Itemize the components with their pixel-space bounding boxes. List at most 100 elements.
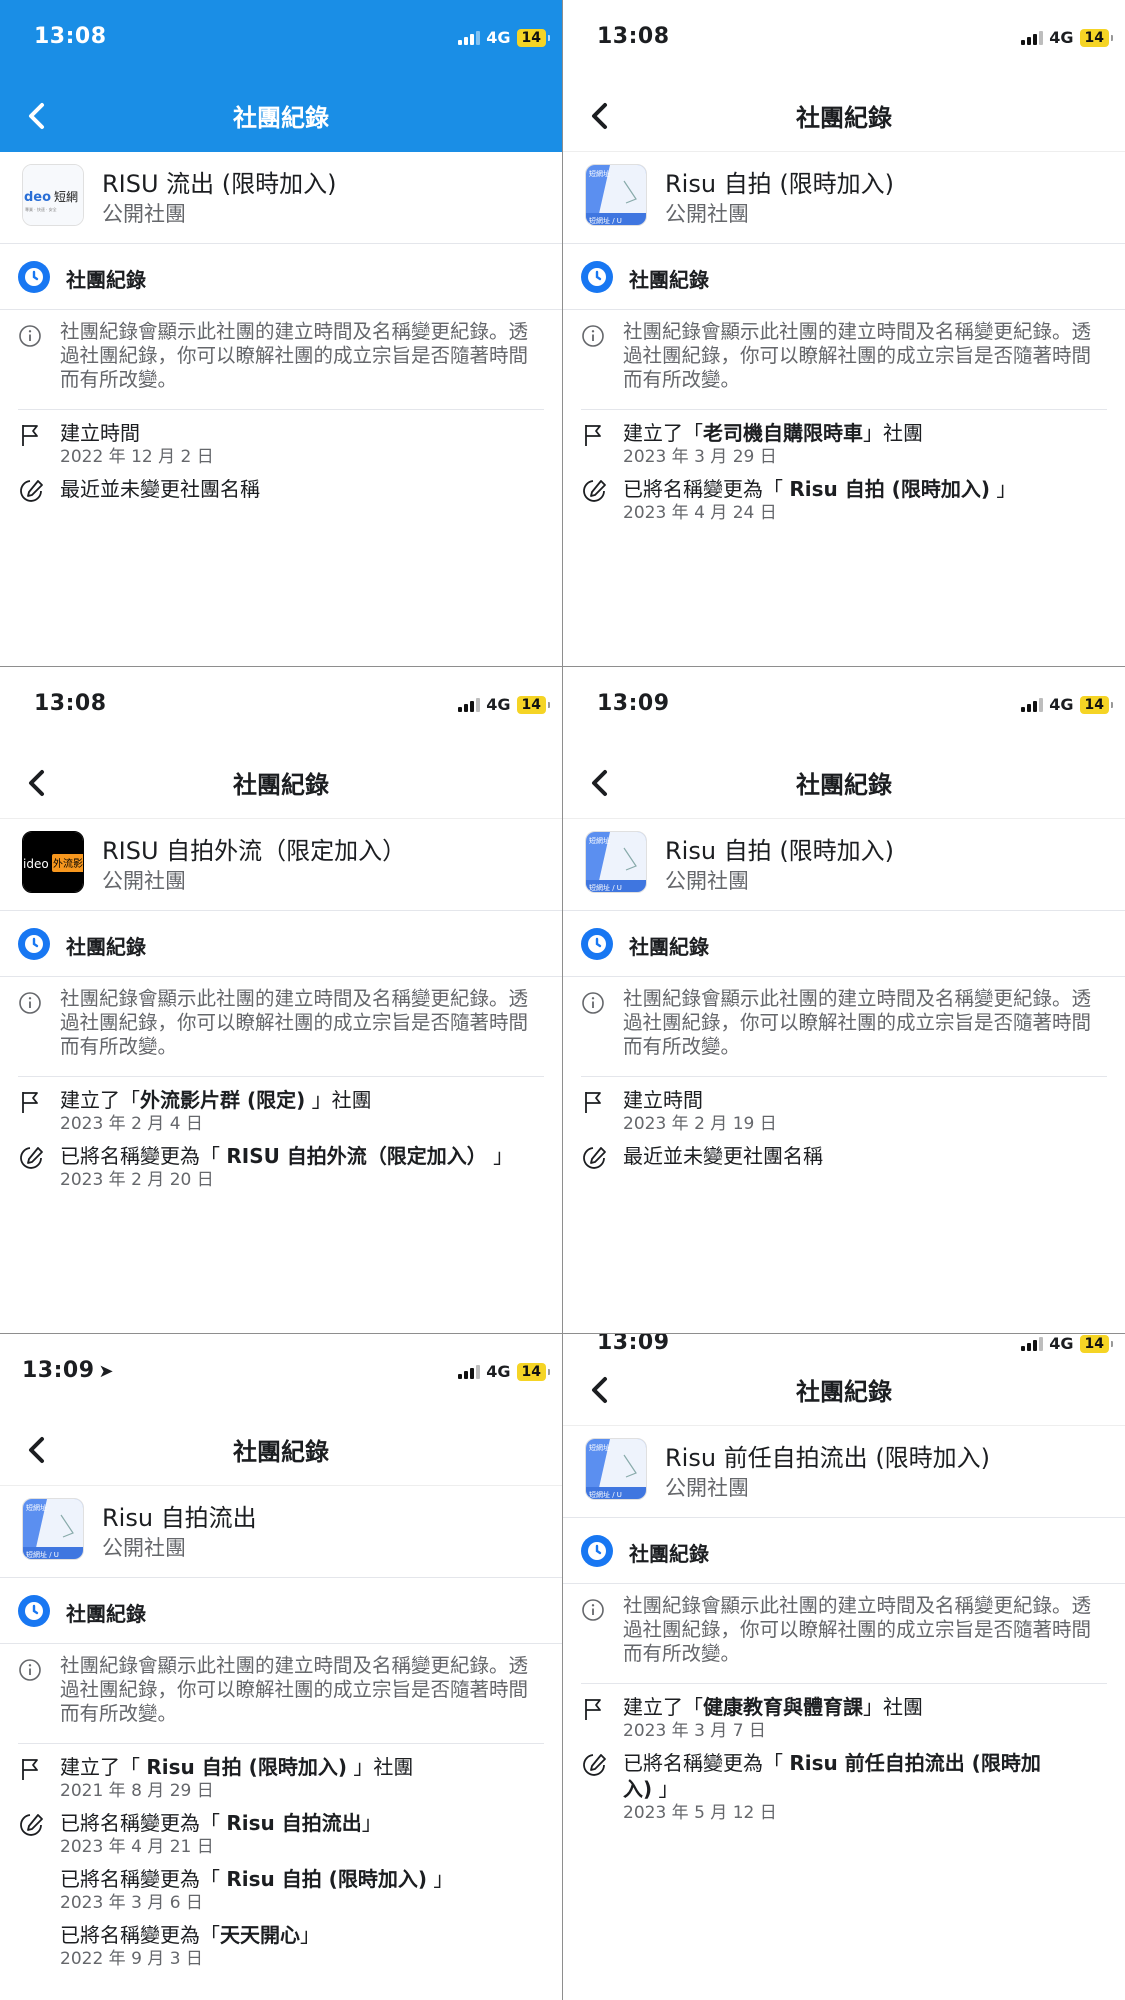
section-header: 社團紀錄 [0,911,562,977]
status-bar: 13:08 4G 14 [0,667,562,747]
section-label: 社團紀錄 [66,935,146,959]
page-title: 社團紀錄 [796,771,892,799]
clock-icon [18,1595,50,1627]
info-text: 社團紀錄會顯示此社團的建立時間及名稱變更紀錄。透過社團紀錄，你可以瞭解社團的成立… [623,1594,1092,1665]
page-title: 社團紀錄 [796,1378,892,1406]
nav-bar: 社團紀錄 [563,80,1125,152]
entry-title: 建立時間 [623,1088,703,1112]
battery-icon: 14 [516,1362,551,1381]
group-header[interactable]: ideo 外流影 RISU 自拍外流（限定加入） 公開社團 [0,819,562,911]
entry-date: 2023 年 2 月 4 日 [60,1114,203,1134]
edit-icon [20,1814,43,1836]
group-header[interactable]: 短網址 短網址 / U Risu 自拍流出 公開社團 [0,1486,562,1578]
group-avatar: ideo 外流影 [22,831,84,893]
section-header: 社團紀錄 [0,244,562,310]
entry-title: 已將名稱變更為「天天開心」 [60,1923,320,1947]
signal-icon [458,1364,481,1379]
avatar-text-bottom: 短網址 / U [589,1490,622,1499]
entry-date: 2021 年 8 月 29 日 [60,1781,214,1801]
group-avatar: 短網址 短網址 / U [585,1438,647,1500]
entry-date: 2023 年 4 月 24 日 [623,503,777,523]
status-time: 13:08 [597,24,670,49]
group-header[interactable]: 短網址 短網址 / U Risu 自拍 (限時加入) 公開社團 [563,152,1125,244]
history-entry: 建立了「老司機自購限時車」社團 2023 年 3 月 29 日 [581,420,1111,468]
nav-bar: 社團紀錄 [0,80,562,152]
group-name: Risu 自拍 (限時加入) [665,170,895,198]
clock-icon [581,928,613,960]
flag-icon [585,1092,601,1113]
edit-icon [583,1754,606,1776]
panel-divider [0,1333,1125,1334]
signal-icon [1021,697,1044,712]
history-entry: 最近並未變更社團名稱 [18,476,548,502]
section-header: 社團紀錄 [563,244,1125,310]
entry-title: 已將名稱變更為「 Risu 自拍流出」 [60,1811,382,1835]
avatar-text-bottom: 短網址 / U [589,216,622,225]
group-header[interactable]: 短網址 短網址 / U Risu 自拍 (限時加入) 公開社團 [563,819,1125,911]
status-bar: 13:08 4G 14 [563,0,1125,80]
section-label: 社團紀錄 [66,268,146,292]
status-time: 13:09 ➤ [22,1358,115,1383]
entry-date: 2023 年 5 月 12 日 [623,1803,777,1823]
entry-date: 2023 年 3 月 7 日 [623,1721,766,1741]
info-icon [19,1659,41,1681]
signal-icon [1021,30,1044,45]
group-header[interactable]: deo 短網 專業 · 快速 · 安全 RISU 流出 (限時加入) 公開社團 [0,152,562,244]
entry-title: 已將名稱變更為「 RISU 自拍外流（限定加入） 」 [60,1144,514,1168]
clock-icon [18,261,50,293]
group-name: RISU 流出 (限時加入) [102,170,337,198]
network-type: 4G [1049,28,1074,47]
info-block: 社團紀錄會顯示此社團的建立時間及名稱變更紀錄。透過社團紀錄，你可以瞭解社團的成立… [18,1654,544,1744]
network-type: 4G [486,695,511,714]
group-type: 公開社團 [665,869,749,893]
avatar-text-bottom: 短網址 / U [26,1550,59,1559]
status-time: 13:09 [597,691,670,716]
clock-icon [581,1535,613,1567]
section-header: 社團紀錄 [0,1578,562,1644]
screenshot-collage: 13:08 4G 14 社團紀錄 deo 短網 專業 · 快速 · 安全 RIS… [0,0,1125,2000]
nav-bar: 社團紀錄 [563,747,1125,819]
info-icon [19,992,41,1014]
info-text: 社團紀錄會顯示此社團的建立時間及名稱變更紀錄。透過社團紀錄，你可以瞭解社團的成立… [623,987,1092,1058]
avatar-text-top: 短網址 [589,169,610,178]
battery-icon: 14 [1079,1334,1114,1353]
avatar-text-right: 短網 [54,190,78,204]
info-icon [582,1599,604,1621]
status-bar: 13:09 ➤ 4G 14 [0,1334,562,1414]
info-text: 社團紀錄會顯示此社團的建立時間及名稱變更紀錄。透過社團紀錄，你可以瞭解社團的成立… [623,320,1092,391]
page-title: 社團紀錄 [233,104,329,132]
avatar-text-bottom: 短網址 / U [589,883,622,892]
status-time: 13:09 [597,1334,670,1355]
entry-title: 建立了「健康教育與體育課」社團 [623,1695,923,1719]
group-header[interactable]: 短網址 短網址 / U Risu 前任自拍流出 (限時加入) 公開社團 [563,1426,1125,1518]
info-text: 社團紀錄會顯示此社團的建立時間及名稱變更紀錄。透過社團紀錄，你可以瞭解社團的成立… [60,320,529,391]
avatar-text-left: deo [24,190,51,205]
history-entry: 建立時間 2022 年 12 月 2 日 [18,420,548,468]
history-entry: 已將名稱變更為「 Risu 自拍 (限時加入) 」 2023 年 4 月 24 … [581,476,1111,524]
info-block: 社團紀錄會顯示此社團的建立時間及名稱變更紀錄。透過社團紀錄，你可以瞭解社團的成立… [581,1594,1107,1684]
battery-icon: 14 [1079,695,1114,714]
entry-title: 建立時間 [60,421,140,445]
history-list: 建立時間 2022 年 12 月 2 日 最近並未變更社團名稱 [18,420,548,510]
history-entry: 已將名稱變更為「 Risu 前任自拍流出 (限時加入) 」 2023 年 5 月… [581,1750,1051,1824]
network-type: 4G [1049,695,1074,714]
page-title: 社團紀錄 [233,771,329,799]
edit-icon [583,1147,606,1169]
info-block: 社團紀錄會顯示此社團的建立時間及名稱變更紀錄。透過社團紀錄，你可以瞭解社團的成立… [18,987,544,1077]
status-time: 13:08 [34,691,107,716]
nav-bar: 社團紀錄 [563,1354,1125,1426]
history-entry: 建立了「外流影片群 (限定) 」社團 2023 年 2 月 4 日 [18,1087,548,1135]
group-avatar: 短網址 短網址 / U [585,831,647,893]
avatar-text-sub: 專業 · 快速 · 安全 [25,206,57,212]
group-type: 公開社團 [665,1476,749,1500]
group-type: 公開社團 [102,202,186,226]
edit-icon [20,480,43,502]
edit-icon [583,480,606,502]
history-list: 建立了「老司機自購限時車」社團 2023 年 3 月 29 日 已將名稱變更為「… [581,420,1111,532]
avatar-text-top: 短網址 [589,836,610,845]
group-name: Risu 前任自拍流出 (限時加入) [665,1444,991,1472]
section-label: 社團紀錄 [629,935,709,959]
history-entry: 已將名稱變更為「 Risu 自拍 (限時加入) 」 2023 年 3 月 6 日 [18,1866,548,1914]
avatar-text-top: 短網址 [589,1443,610,1452]
info-icon [582,992,604,1014]
